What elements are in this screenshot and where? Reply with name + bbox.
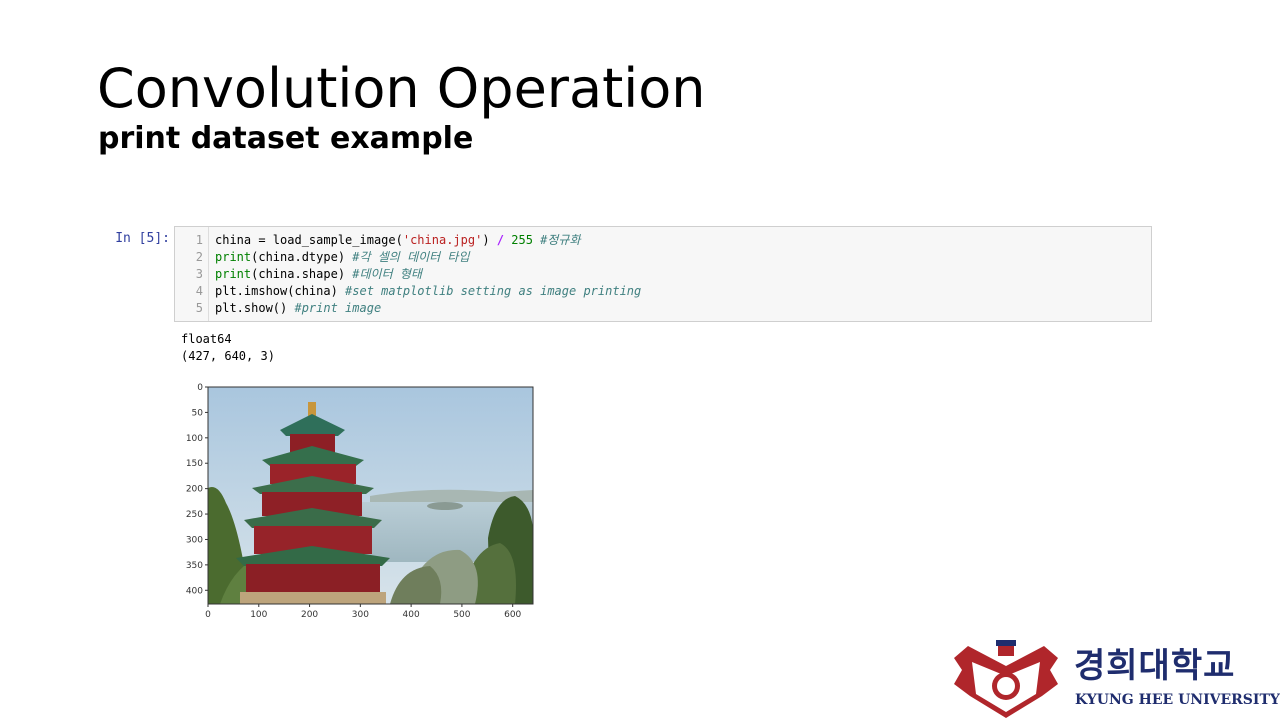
line-number: 5 <box>195 301 203 315</box>
x-tick-label: 0 <box>205 610 211 620</box>
output-line-shape: (427, 640, 3) <box>181 349 275 363</box>
university-emblem <box>954 640 1058 718</box>
code-text: print(china.dtype) #각 셀의 데이터 타입 <box>215 250 470 264</box>
code-text: china = load_sample_image('china.jpg') /… <box>215 233 581 247</box>
y-tick-label: 200 <box>186 485 203 495</box>
y-tick-label: 400 <box>186 586 203 596</box>
x-tick-label: 200 <box>301 610 318 620</box>
x-axis: 0 100 200 300 400 500 600 <box>205 604 522 620</box>
slide-subtitle: print dataset example <box>98 121 474 156</box>
y-tick-label: 250 <box>186 510 203 520</box>
code-text: plt.show() #print image <box>215 301 382 315</box>
china-photo <box>208 387 533 604</box>
y-tick-label: 300 <box>186 535 203 545</box>
x-tick-label: 500 <box>453 610 470 620</box>
code-line: 1 china = load_sample_image('china.jpg') … <box>175 232 1145 249</box>
output-line-dtype: float64 <box>181 332 232 346</box>
code-cell[interactable]: 1 china = load_sample_image('china.jpg') … <box>174 226 1152 322</box>
x-tick-label: 100 <box>250 610 267 620</box>
x-tick-label: 300 <box>352 610 369 620</box>
x-tick-label: 600 <box>504 610 521 620</box>
university-name-english: KYUNG HEE UNIVERSITY <box>1075 692 1280 708</box>
y-tick-label: 50 <box>192 408 204 418</box>
y-tick-label: 0 <box>197 383 203 393</box>
code-line: 3 print(china.shape) #데이터 형태 <box>175 266 1145 283</box>
y-tick-label: 150 <box>186 459 203 469</box>
y-tick-label: 350 <box>186 561 203 571</box>
y-axis: 0 50 100 150 200 250 300 350 400 <box>186 383 208 596</box>
code-line: 4 plt.imshow(china) #set matplotlib setti… <box>175 283 1145 300</box>
y-tick-label: 100 <box>186 434 203 444</box>
cell-output: float64 (427, 640, 3) <box>181 331 275 365</box>
line-number: 1 <box>195 233 203 247</box>
image-plot: 0 100 200 300 400 500 600 0 50 100 150 200 250 300 35… <box>186 383 534 620</box>
line-number: 2 <box>195 250 203 264</box>
university-name-korean: 경희대학교 <box>1074 646 1236 686</box>
code-line: 5 plt.show() #print image <box>175 300 1145 317</box>
code-text: print(china.shape) #데이터 형태 <box>215 267 422 281</box>
code-line: 2 print(china.dtype) #각 셀의 데이터 타입 <box>175 249 1145 266</box>
code-text: plt.imshow(china) #set matplotlib settin… <box>215 284 642 298</box>
x-tick-label: 400 <box>403 610 420 620</box>
cell-prompt: In [5]: <box>115 231 170 246</box>
line-number: 3 <box>195 267 203 281</box>
line-number: 4 <box>195 284 203 298</box>
slide-title: Convolution Operation <box>97 57 706 120</box>
